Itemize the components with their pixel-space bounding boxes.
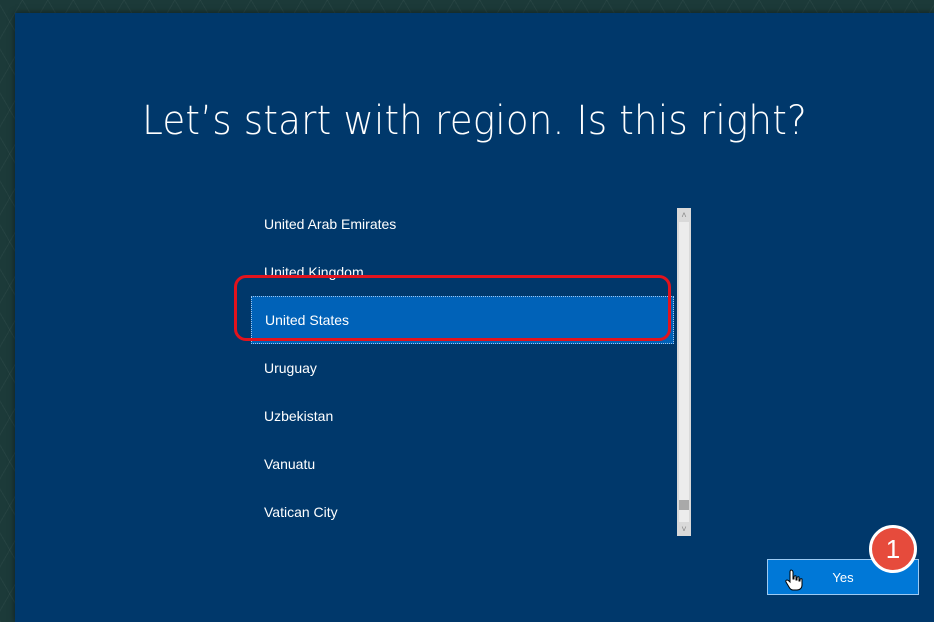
highlight-ring-annotation (234, 275, 671, 341)
chevron-up-icon[interactable]: ˄ (677, 208, 691, 222)
yes-button-label: Yes (832, 569, 854, 585)
scrollbar-thumb[interactable] (679, 500, 689, 510)
list-item-uzbekistan[interactable]: Uzbekistan (251, 392, 674, 440)
list-item-vatican-city[interactable]: Vatican City (251, 488, 674, 536)
list-scrollbar[interactable]: ˄ ˅ (677, 208, 691, 536)
list-item-uruguay[interactable]: Uruguay (251, 344, 674, 392)
step-number-badge: 1 (869, 525, 917, 573)
list-item-united-arab-emirates[interactable]: United Arab Emirates (251, 200, 674, 248)
page-title: Let’s start with region. Is this right? (142, 98, 807, 144)
scrollbar-track[interactable] (679, 222, 689, 522)
region-list[interactable]: United Arab Emirates United Kingdom Unit… (251, 200, 676, 540)
hand-pointer-icon (785, 569, 803, 591)
chevron-down-icon[interactable]: ˅ (677, 522, 691, 536)
list-item-vanuatu[interactable]: Vanuatu (251, 440, 674, 488)
